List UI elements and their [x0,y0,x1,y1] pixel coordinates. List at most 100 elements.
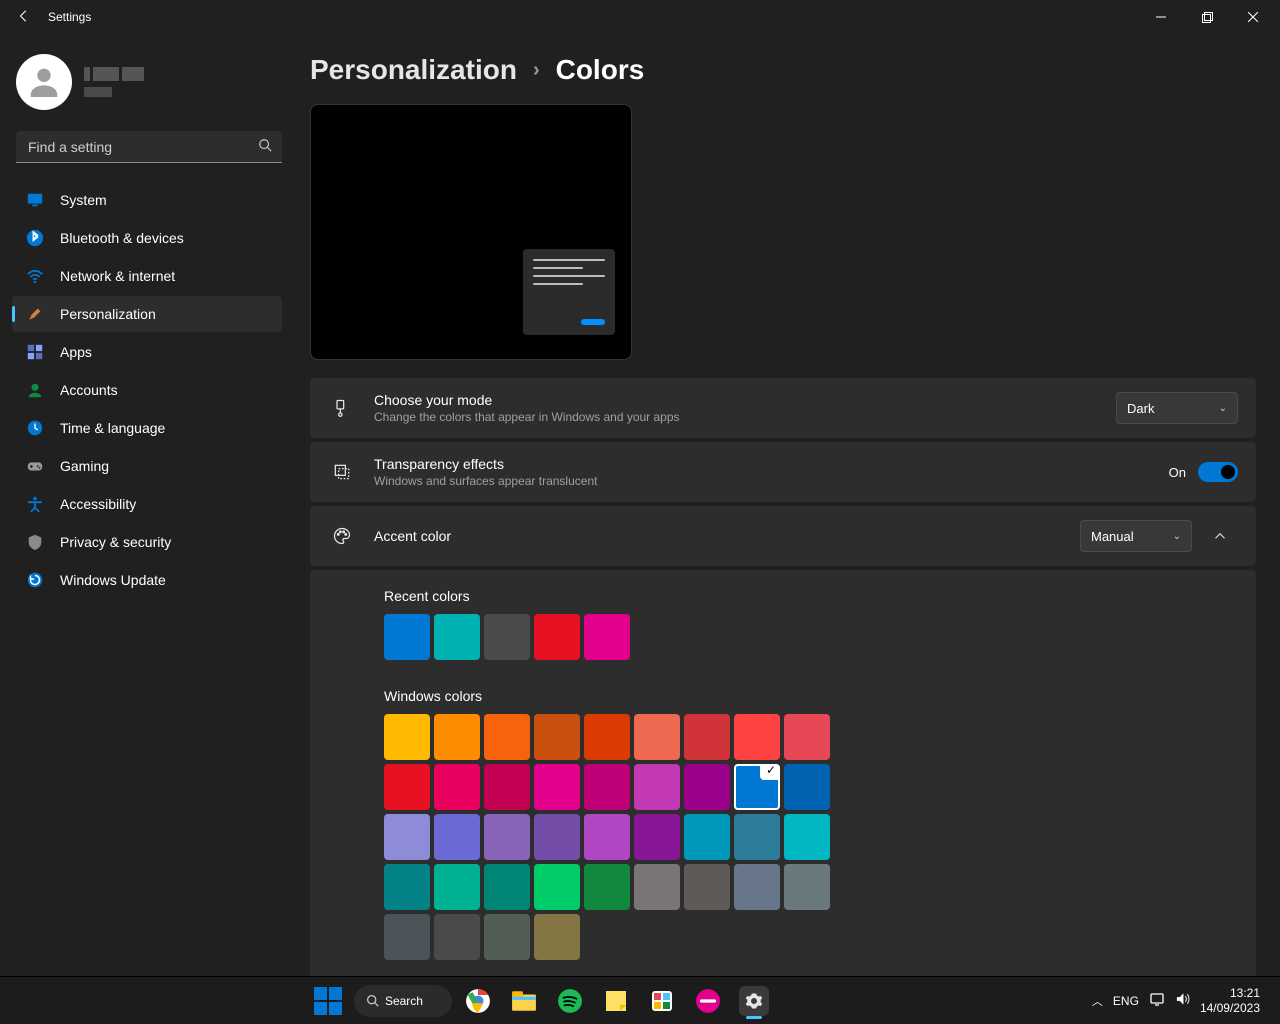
sidebar-item-accessibility[interactable]: Accessibility [12,486,282,522]
windows-color-swatch[interactable] [434,864,480,910]
search-input[interactable] [26,138,258,156]
sidebar-item-label: Apps [60,344,92,360]
transparency-toggle[interactable] [1198,462,1238,482]
sidebar-item-label: Windows Update [60,572,166,588]
tray-volume-icon[interactable] [1175,992,1190,1009]
windows-color-swatch[interactable] [484,864,530,910]
windows-color-swatch[interactable] [634,864,680,910]
recent-color-swatch[interactable] [584,614,630,660]
monitor-icon [26,191,44,209]
windows-color-swatch[interactable] [684,714,730,760]
system-tray[interactable]: ︿ ENG 13:21 14/09/2023 [1082,986,1280,1015]
taskbar-spotify[interactable] [550,981,590,1021]
windows-color-swatch[interactable] [784,764,830,810]
taskbar-chrome[interactable] [458,981,498,1021]
sidebar-item-network-internet[interactable]: Network & internet [12,258,282,294]
taskbar-explorer[interactable] [504,981,544,1021]
tray-clock[interactable]: 13:21 14/09/2023 [1200,986,1260,1015]
sidebar-item-accounts[interactable]: Accounts [12,372,282,408]
windows-color-swatch[interactable] [484,714,530,760]
recent-color-swatch[interactable] [534,614,580,660]
mode-dropdown[interactable]: Dark ⌄ [1116,392,1238,424]
windows-color-swatch[interactable] [634,714,680,760]
windows-color-swatch[interactable] [384,814,430,860]
taskbar-app-1[interactable] [642,981,682,1021]
toggle-label: On [1169,465,1186,480]
windows-color-swatch[interactable] [534,864,580,910]
sidebar-item-time-language[interactable]: Time & language [12,410,282,446]
windows-color-swatch[interactable] [384,914,430,960]
windows-color-swatch[interactable] [584,864,630,910]
sidebar-item-label: Gaming [60,458,109,474]
windows-color-swatch[interactable] [784,814,830,860]
tray-chevron-up-icon[interactable]: ︿ [1092,993,1103,1009]
sidebar-item-label: System [60,192,107,208]
windows-color-swatch[interactable] [434,914,480,960]
close-button[interactable] [1230,1,1276,33]
tray-language[interactable]: ENG [1113,994,1139,1008]
sidebar-item-label: Personalization [60,306,156,322]
windows-color-swatch[interactable] [434,814,480,860]
windows-color-swatch[interactable] [584,714,630,760]
windows-color-swatch[interactable] [634,814,680,860]
windows-color-swatch[interactable] [534,714,580,760]
windows-color-swatch[interactable] [534,764,580,810]
sidebar-item-apps[interactable]: Apps [12,334,282,370]
taskbar-app-2[interactable] [688,981,728,1021]
windows-color-swatch[interactable] [534,914,580,960]
breadcrumb-parent[interactable]: Personalization [310,54,517,86]
taskbar-settings[interactable] [734,981,774,1021]
sidebar-item-label: Privacy & security [60,534,171,550]
window-title: Settings [44,10,91,24]
taskbar-sticky-notes[interactable] [596,981,636,1021]
minimize-button[interactable] [1138,1,1184,33]
windows-color-swatch[interactable] [734,814,780,860]
sidebar-item-windows-update[interactable]: Windows Update [12,562,282,598]
windows-color-swatch[interactable] [784,864,830,910]
sidebar-item-gaming[interactable]: Gaming [12,448,282,484]
recent-color-swatch[interactable] [484,614,530,660]
user-block[interactable] [6,46,288,118]
accent-color-card[interactable]: Accent color Manual ⌄ [310,506,1256,566]
recent-color-swatch[interactable] [384,614,430,660]
windows-color-swatch[interactable] [684,764,730,810]
windows-color-swatch[interactable] [684,814,730,860]
tray-network-icon[interactable] [1149,992,1165,1009]
windows-color-swatch[interactable] [734,764,780,810]
collapse-button[interactable] [1202,520,1238,552]
sidebar-item-system[interactable]: System [12,182,282,218]
sidebar-item-label: Accessibility [60,496,136,512]
search-box[interactable] [16,131,282,163]
windows-color-swatch[interactable] [584,764,630,810]
windows-color-swatch[interactable] [384,864,430,910]
sidebar-item-personalization[interactable]: Personalization [12,296,282,332]
windows-color-swatch[interactable] [784,714,830,760]
windows-color-swatch[interactable] [484,914,530,960]
accessibility-icon [26,495,44,513]
choose-mode-card[interactable]: Choose your mode Change the colors that … [310,378,1256,438]
back-button[interactable] [4,9,44,26]
windows-color-swatch[interactable] [734,714,780,760]
transparency-card[interactable]: Transparency effects Windows and surface… [310,442,1256,502]
windows-color-swatch[interactable] [534,814,580,860]
sidebar-item-privacy-security[interactable]: Privacy & security [12,524,282,560]
windows-color-swatch[interactable] [734,864,780,910]
accent-mode-dropdown[interactable]: Manual ⌄ [1080,520,1192,552]
recent-color-swatch[interactable] [434,614,480,660]
windows-color-swatch[interactable] [434,714,480,760]
maximize-button[interactable] [1184,1,1230,33]
windows-color-swatch[interactable] [384,714,430,760]
sidebar-item-label: Bluetooth & devices [60,230,184,246]
preview-window [523,249,615,335]
taskbar-search[interactable]: Search [354,985,452,1017]
sidebar-item-bluetooth-devices[interactable]: Bluetooth & devices [12,220,282,256]
windows-color-swatch[interactable] [484,764,530,810]
windows-color-swatch[interactable] [484,814,530,860]
windows-color-swatch[interactable] [634,764,680,810]
windows-color-swatch[interactable] [584,814,630,860]
windows-color-swatch[interactable] [384,764,430,810]
windows-color-swatch[interactable] [684,864,730,910]
wifi-icon [26,267,44,285]
windows-color-swatch[interactable] [434,764,480,810]
start-button[interactable] [308,981,348,1021]
